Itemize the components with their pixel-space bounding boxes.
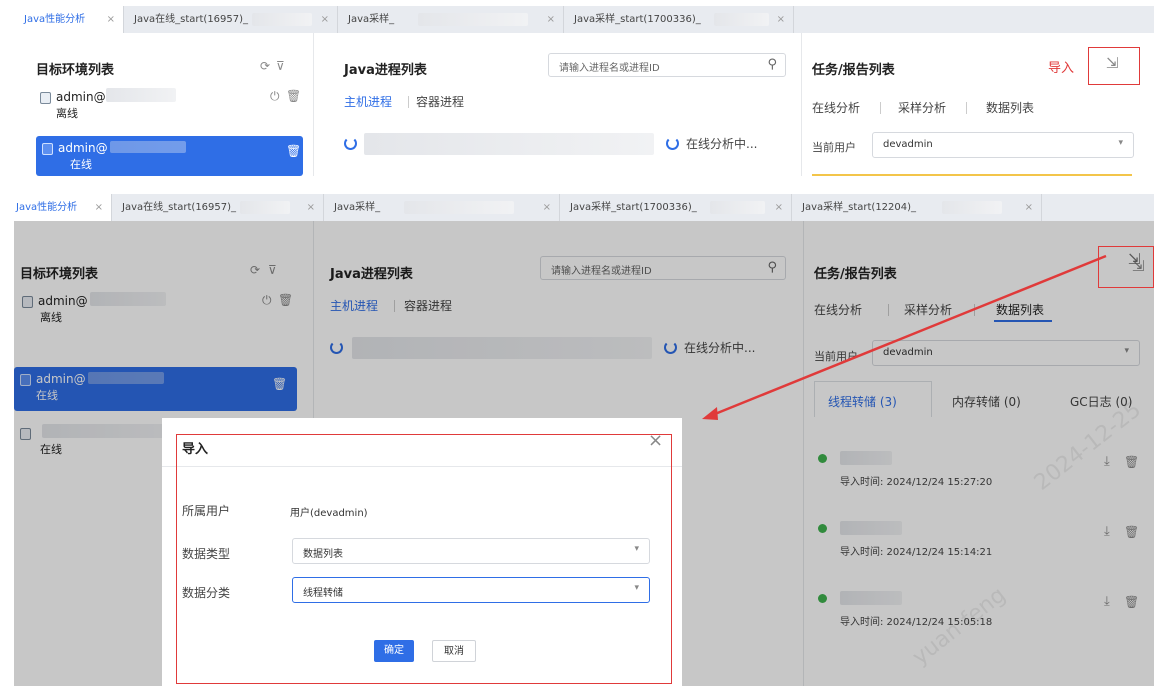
blurred-text bbox=[714, 13, 769, 26]
tab-bar: Java性能分析 × Java在线_start(16957)_ × Java采样_… bbox=[14, 6, 1154, 33]
tab-label: Java采样_start(1700336)_ bbox=[574, 14, 701, 25]
trash-icon[interactable]: 🗑 bbox=[286, 144, 301, 158]
divider bbox=[408, 96, 409, 108]
import-annotation: 导入 bbox=[1048, 61, 1075, 76]
search-icon[interactable]: ⚲ bbox=[767, 57, 777, 72]
current-user-value: devadmin bbox=[883, 139, 933, 150]
arrow-line bbox=[709, 254, 1107, 418]
blurred-text bbox=[418, 13, 528, 26]
env-item-selected[interactable]: admin@ 在线 🗑 bbox=[36, 136, 303, 176]
env-status: 在线 bbox=[70, 158, 92, 171]
tab-java-perf[interactable]: Java性能分析 × bbox=[14, 6, 124, 33]
tab-label: Java在线_start(16957)_ bbox=[134, 14, 249, 25]
server-icon bbox=[40, 92, 51, 104]
tab-label: Java性能分析 bbox=[24, 14, 86, 25]
tab-host-process[interactable]: 主机进程 bbox=[344, 93, 392, 110]
blurred-text bbox=[252, 13, 312, 26]
connect-icon[interactable]: ⏻ bbox=[270, 89, 280, 103]
env-panel-title: 目标环境列表 bbox=[36, 63, 115, 78]
loading-icon bbox=[344, 137, 357, 150]
env-panel: 目标环境列表 ⟳ ⊽ admin@ 离线 ⏻ 🗑 admin@ 在线 🗑 bbox=[14, 33, 314, 176]
close-icon[interactable]: × bbox=[321, 6, 329, 33]
screenshot-bottom: Java性能分析 × Java在线_start(16957)_ × Java采样_… bbox=[14, 194, 1154, 686]
blurred-text bbox=[110, 141, 186, 153]
current-user-select[interactable]: devadmin ▾ bbox=[872, 132, 1134, 158]
divider bbox=[966, 102, 967, 114]
search-placeholder: 请输入进程名或进程ID bbox=[559, 63, 660, 74]
filter-icon[interactable]: ⊽ bbox=[276, 59, 285, 73]
task-panel-title: 任务/报告列表 bbox=[812, 63, 895, 78]
tab-data-list[interactable]: 数据列表 bbox=[986, 99, 1034, 116]
tab-label: Java采样_ bbox=[348, 14, 395, 25]
loading-icon bbox=[666, 137, 679, 150]
online-status: 在线分析中... bbox=[686, 137, 758, 151]
task-panel: 任务/报告列表 导入 ⇲ 在线分析 采样分析 数据列表 当前用户 devadmi… bbox=[802, 33, 1154, 176]
close-icon[interactable]: × bbox=[547, 6, 555, 33]
arrow-head bbox=[702, 407, 718, 420]
close-icon[interactable]: × bbox=[777, 6, 785, 33]
tab-java-sample-start[interactable]: Java采样_start(1700336)_ × bbox=[564, 6, 794, 33]
env-name: admin@ bbox=[58, 141, 108, 155]
env-status: 离线 bbox=[56, 107, 78, 120]
chevron-down-icon: ▾ bbox=[1118, 138, 1123, 148]
current-user-label: 当前用户 bbox=[812, 141, 856, 154]
tab-online-analysis[interactable]: 在线分析 bbox=[812, 99, 860, 116]
tab-java-online[interactable]: Java在线_start(16957)_ × bbox=[124, 6, 338, 33]
refresh-icon[interactable]: ⟳ bbox=[260, 59, 270, 73]
process-panel-title: Java进程列表 bbox=[344, 63, 427, 78]
tab-sample-analysis[interactable]: 采样分析 bbox=[898, 99, 946, 116]
blurred-process-name bbox=[364, 133, 654, 155]
tab-container-process[interactable]: 容器进程 bbox=[416, 93, 464, 110]
trash-icon[interactable]: 🗑 bbox=[286, 89, 301, 103]
server-icon bbox=[42, 143, 53, 155]
import-icon[interactable]: ⇲ bbox=[1106, 56, 1119, 71]
env-item[interactable]: admin@ 离线 ⏻ 🗑 bbox=[34, 85, 303, 125]
warning-bar bbox=[812, 174, 1132, 176]
process-search-input[interactable]: 请输入进程名或进程ID ⚲ bbox=[548, 53, 786, 77]
process-panel: Java进程列表 请输入进程名或进程ID ⚲ 主机进程 容器进程 在线分析中..… bbox=[314, 33, 802, 176]
divider bbox=[880, 102, 881, 114]
tab-java-sample[interactable]: Java采样_ × bbox=[338, 6, 564, 33]
blurred-text bbox=[106, 88, 176, 102]
screenshot-top: Java性能分析 × Java在线_start(16957)_ × Java采样_… bbox=[14, 6, 1154, 176]
close-icon[interactable]: × bbox=[107, 6, 115, 33]
env-name: admin@ bbox=[56, 90, 106, 104]
